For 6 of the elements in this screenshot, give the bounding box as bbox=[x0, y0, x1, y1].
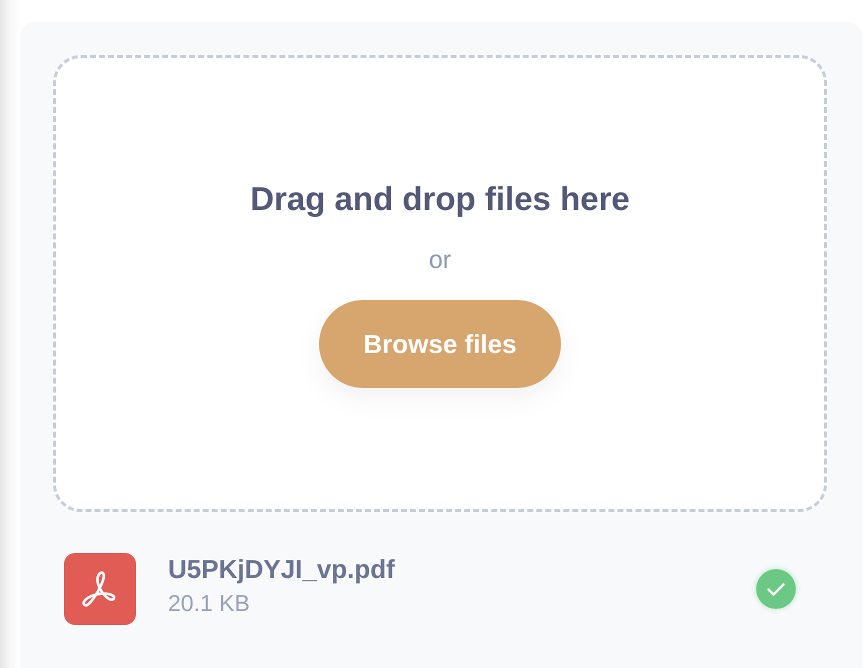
pdf-icon bbox=[64, 553, 136, 625]
file-size: 20.1 KB bbox=[168, 590, 250, 616]
drop-zone-title: Drag and drop files here bbox=[250, 179, 630, 219]
drop-zone[interactable]: Drag and drop files here or Browse files bbox=[53, 55, 827, 512]
file-name: U5PKjDYJI_vp.pdf bbox=[168, 554, 395, 584]
separator-text: or bbox=[428, 245, 452, 275]
